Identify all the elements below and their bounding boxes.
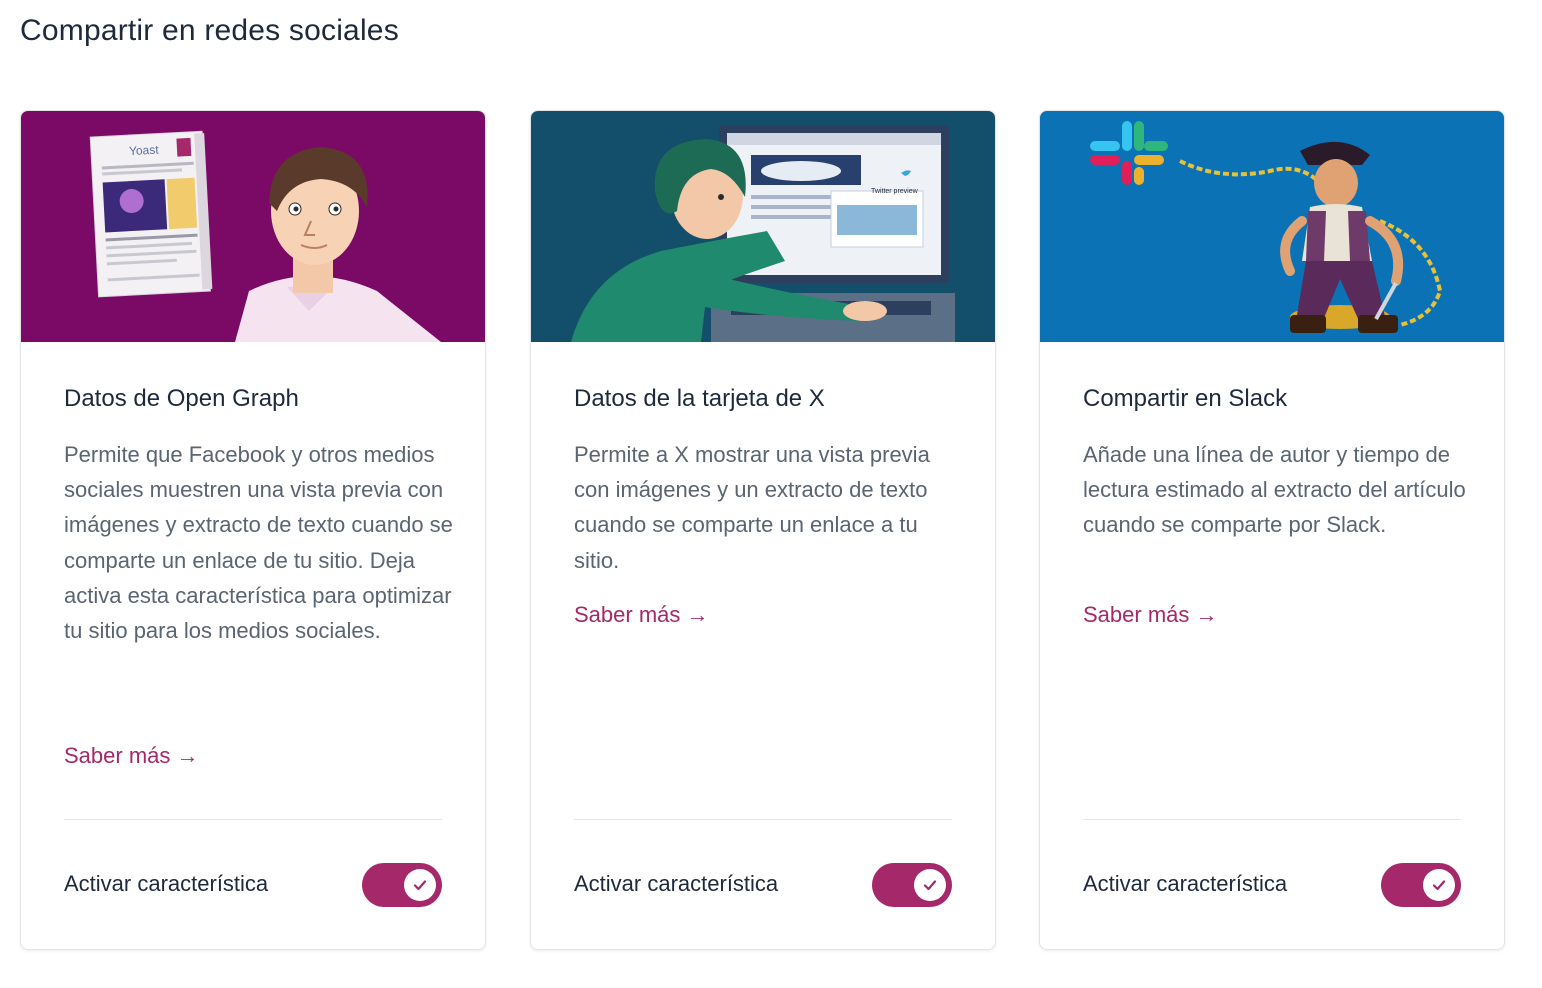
card-title: Datos de la tarjeta de X — [574, 385, 825, 412]
slack-illustration — [1040, 111, 1504, 342]
learn-more-link[interactable]: Saber más → — [64, 743, 199, 769]
learn-more-link[interactable]: Saber más → — [574, 602, 709, 628]
card-description: Permite a X mostrar una vista previa con… — [574, 442, 930, 573]
open-graph-illustration: Yoast — [21, 111, 485, 342]
card-description: Añade una línea de autor y tiempo de lec… — [1083, 442, 1466, 538]
toggle-knob — [404, 869, 436, 901]
check-icon — [923, 880, 937, 891]
card-title: Datos de Open Graph — [64, 385, 299, 412]
card-description: Permite que Facebook y otros medios soci… — [64, 442, 453, 644]
check-icon — [413, 880, 427, 891]
learn-more-link[interactable]: Saber más → — [1083, 602, 1218, 628]
card-open-graph: Yoast Datos de Open Graph Permite que Fa… — [20, 110, 486, 950]
toggle-label: Activar característica — [1083, 871, 1288, 896]
x-card-illustration: Twitter preview — [531, 111, 995, 342]
toggle-label: Activar característica — [64, 871, 269, 896]
divider — [1083, 819, 1461, 820]
divider — [64, 819, 442, 820]
card-slack: Compartir en Slack Añade una línea de au… — [1039, 110, 1505, 950]
toggle-label: Activar característica — [574, 871, 779, 896]
activate-feature-toggle[interactable] — [1381, 863, 1461, 907]
card-x-card: Twitter preview Datos de la tarjeta de X… — [530, 110, 996, 950]
divider — [574, 819, 952, 820]
card-title: Compartir en Slack — [1083, 385, 1288, 412]
toggle-knob — [1423, 869, 1455, 901]
activate-feature-toggle[interactable] — [872, 863, 952, 907]
yoast-logo-text: Yoast — [129, 143, 160, 159]
check-icon — [1432, 880, 1446, 891]
page-title: Compartir en redes sociales — [20, 14, 399, 47]
twitter-preview-text: Twitter preview — [871, 188, 919, 195]
toggle-knob — [914, 869, 946, 901]
activate-feature-toggle[interactable] — [362, 863, 442, 907]
